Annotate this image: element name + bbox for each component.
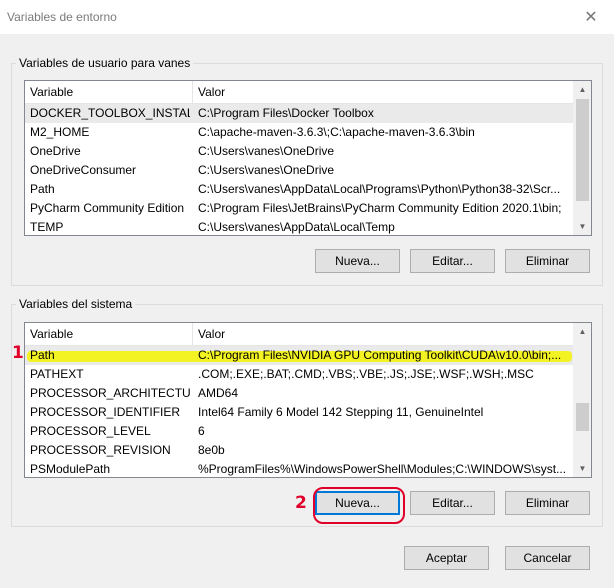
variable-name-cell: DOCKER_TOOLBOX_INSTALL... bbox=[30, 106, 190, 120]
table-row[interactable]: Path C:\Users\vanes\AppData\Local\Program… bbox=[25, 180, 574, 199]
column-header-variable[interactable]: Variable bbox=[25, 81, 193, 103]
variable-value-cell: %ProgramFiles%\WindowsPowerShell\Modules… bbox=[198, 462, 567, 476]
system-variables-list[interactable]: Variable Valor Path C:\Program Files\NVID… bbox=[24, 322, 592, 478]
table-row[interactable]: M2_HOME C:\apache-maven-3.6.3\;C:\apache-… bbox=[25, 123, 574, 142]
window-title: Variables de entorno bbox=[7, 10, 117, 24]
cancel-button[interactable]: Cancelar bbox=[505, 546, 590, 570]
user-list-scrollbar[interactable]: ▲ ▼ bbox=[573, 81, 591, 235]
annotation-step-2: 2 bbox=[295, 493, 307, 513]
scroll-down-arrow-icon[interactable]: ▼ bbox=[574, 218, 591, 235]
variable-name-cell: M2_HOME bbox=[30, 125, 90, 139]
variable-name-cell: Path bbox=[30, 182, 55, 196]
variable-value-cell: C:\Users\vanes\OneDrive bbox=[198, 163, 335, 177]
scroll-down-arrow-icon[interactable]: ▼ bbox=[574, 460, 591, 477]
environment-variables-dialog: Variables de entorno ✕ Variables de usua… bbox=[0, 0, 614, 588]
variable-value-cell: Intel64 Family 6 Model 142 Stepping 11, … bbox=[198, 405, 484, 419]
variable-value-cell: C:\Program Files\JetBrains\PyCharm Commu… bbox=[198, 201, 562, 215]
variable-name-cell: PSModulePath bbox=[30, 462, 111, 476]
table-row[interactable]: PROCESSOR_IDENTIFIER Intel64 Family 6 Mod… bbox=[25, 403, 574, 422]
table-row[interactable]: OneDriveConsumer C:\Users\vanes\OneDrive bbox=[25, 161, 574, 180]
variable-name-cell: PATHEXT bbox=[30, 367, 84, 381]
variable-value-cell: C:\Program Files\Docker Toolbox bbox=[198, 106, 374, 120]
scroll-thumb[interactable] bbox=[576, 403, 589, 431]
user-list-header: Variable Valor bbox=[25, 81, 574, 104]
column-header-value[interactable]: Valor bbox=[193, 323, 591, 345]
scroll-up-arrow-icon[interactable]: ▲ bbox=[574, 323, 591, 340]
user-list-rows: DOCKER_TOOLBOX_INSTALL... C:\Program File… bbox=[25, 104, 574, 235]
column-header-variable[interactable]: Variable bbox=[25, 323, 193, 345]
variable-value-cell: .COM;.EXE;.BAT;.CMD;.VBS;.VBE;.JS;.JSE;.… bbox=[198, 367, 534, 381]
table-row[interactable]: OneDrive C:\Users\vanes\OneDrive bbox=[25, 142, 574, 161]
variable-value-cell: C:\apache-maven-3.6.3\;C:\apache-maven-3… bbox=[198, 125, 475, 139]
variable-value-cell: C:\Program Files\NVIDIA GPU Computing To… bbox=[198, 348, 562, 362]
system-list-rows: Path C:\Program Files\NVIDIA GPU Computin… bbox=[25, 346, 574, 477]
table-row[interactable]: PSModulePath %ProgramFiles%\WindowsPowerS… bbox=[25, 460, 574, 477]
close-icon[interactable]: ✕ bbox=[568, 0, 614, 34]
scroll-up-arrow-icon[interactable]: ▲ bbox=[574, 81, 591, 98]
table-row[interactable]: PyCharm Community Edition C:\Program File… bbox=[25, 199, 574, 218]
variable-value-cell: 8e0b bbox=[198, 443, 225, 457]
annotation-circle bbox=[313, 487, 405, 524]
variable-name-cell: OneDriveConsumer bbox=[30, 163, 137, 177]
user-delete-button[interactable]: Eliminar bbox=[505, 249, 590, 273]
user-edit-button[interactable]: Editar... bbox=[410, 249, 495, 273]
variable-value-cell: C:\Users\vanes\OneDrive bbox=[198, 144, 335, 158]
user-variables-list[interactable]: Variable Valor DOCKER_TOOLBOX_INSTALL...… bbox=[24, 80, 592, 236]
user-variables-legend: Variables de usuario para vanes bbox=[19, 56, 191, 70]
accept-button[interactable]: Aceptar bbox=[404, 546, 489, 570]
variable-name-cell: PROCESSOR_REVISION bbox=[30, 443, 171, 457]
variable-name-cell: PROCESSOR_LEVEL bbox=[30, 424, 151, 438]
system-delete-button[interactable]: Eliminar bbox=[505, 491, 590, 515]
user-new-button[interactable]: Nueva... bbox=[315, 249, 400, 273]
table-row[interactable]: PROCESSOR_LEVEL 6 bbox=[25, 422, 574, 441]
variable-value-cell: AMD64 bbox=[198, 386, 239, 400]
system-list-header: Variable Valor bbox=[25, 323, 574, 346]
variable-value-cell: 6 bbox=[198, 424, 205, 438]
variable-name-cell: PROCESSOR_ARCHITECTURE bbox=[30, 386, 190, 400]
column-header-value[interactable]: Valor bbox=[193, 81, 591, 103]
table-row[interactable]: PATHEXT .COM;.EXE;.BAT;.CMD;.VBS;.VBE;.JS… bbox=[25, 365, 574, 384]
variable-name-cell: OneDrive bbox=[30, 144, 81, 158]
table-row[interactable]: Path C:\Program Files\NVIDIA GPU Computin… bbox=[25, 346, 574, 365]
table-row[interactable]: TEMP C:\Users\vanes\AppData\Local\Temp bbox=[25, 218, 574, 235]
variable-value-cell: C:\Users\vanes\AppData\Local\Temp bbox=[198, 220, 395, 234]
system-variables-legend: Variables del sistema bbox=[19, 297, 133, 311]
variable-name-cell: PyCharm Community Edition bbox=[30, 201, 185, 215]
variable-name-cell: PROCESSOR_IDENTIFIER bbox=[30, 405, 181, 419]
table-row[interactable]: PROCESSOR_ARCHITECTURE AMD64 bbox=[25, 384, 574, 403]
system-list-scrollbar[interactable]: ▲ ▼ bbox=[573, 323, 591, 477]
title-bar: Variables de entorno ✕ bbox=[0, 0, 614, 34]
table-row[interactable]: PROCESSOR_REVISION 8e0b bbox=[25, 441, 574, 460]
variable-name-cell: TEMP bbox=[30, 220, 64, 234]
system-edit-button[interactable]: Editar... bbox=[410, 491, 495, 515]
scroll-thumb[interactable] bbox=[576, 99, 589, 201]
variable-value-cell: C:\Users\vanes\AppData\Local\Programs\Py… bbox=[198, 182, 561, 196]
annotation-step-1: 1 bbox=[12, 343, 24, 363]
table-row[interactable]: DOCKER_TOOLBOX_INSTALL... C:\Program File… bbox=[25, 104, 574, 123]
variable-name-cell: Path bbox=[30, 348, 55, 362]
